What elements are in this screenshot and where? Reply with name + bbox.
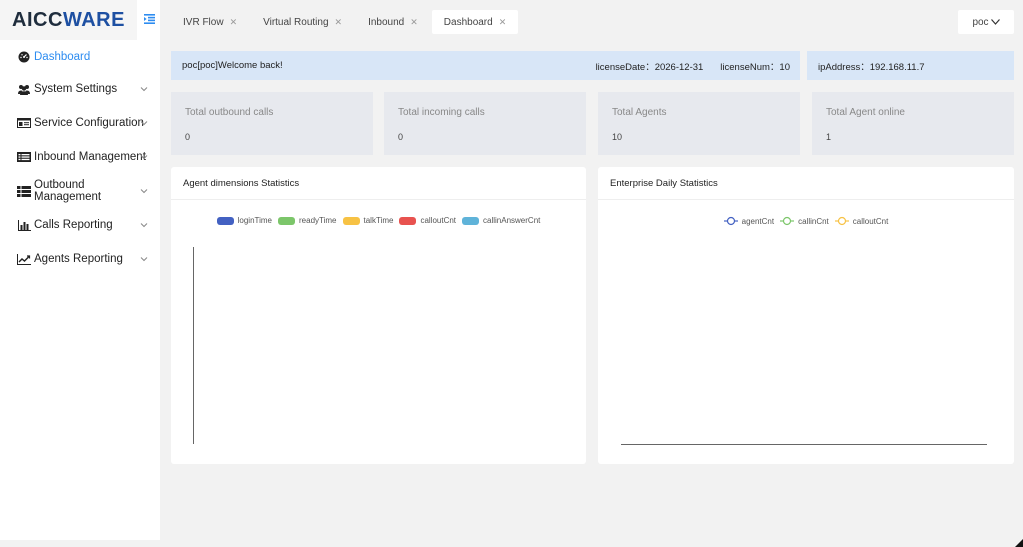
chevron-down-icon <box>140 155 148 160</box>
logo-text-secondary: WARE <box>62 8 125 31</box>
sidebar-item-calls-reporting[interactable]: Calls Reporting <box>0 208 160 242</box>
chevron-down-icon <box>140 257 148 262</box>
sidebar-item-dashboard[interactable]: Dashboard <box>0 42 160 72</box>
stat-label: Total outbound calls <box>185 107 274 118</box>
stat-card-incoming-calls: Total incoming calls 0 <box>384 92 586 155</box>
tab-inbound[interactable]: Inbound ✕ <box>356 10 430 34</box>
close-icon[interactable]: ✕ <box>410 17 418 28</box>
close-icon[interactable]: ✕ <box>335 17 343 28</box>
close-icon[interactable]: ✕ <box>499 17 507 28</box>
agent-statistics-panel: Agent dimensions Statistics loginTime re… <box>171 167 586 464</box>
menu-collapse-icon[interactable] <box>144 13 155 24</box>
sidebar-item-label: System Settings <box>34 83 118 95</box>
line-chart-icon <box>17 252 31 266</box>
stat-value: 1 <box>826 132 832 142</box>
chevron-down-icon <box>140 87 148 92</box>
logo-bar: AICC WARE <box>0 0 160 40</box>
tab-label: IVR Flow <box>183 16 224 28</box>
stat-card-agents-online: Total Agent online 1 <box>812 92 1014 155</box>
tab-dashboard[interactable]: Dashboard ✕ <box>431 10 519 34</box>
sidebar-item-inbound-management[interactable]: Inbound Management <box>0 140 160 174</box>
close-icon[interactable]: ✕ <box>230 17 238 28</box>
sidebar-item-agents-reporting[interactable]: Agents Reporting <box>0 242 160 276</box>
sidebar: AICC WARE Dashboard System Settings Serv… <box>0 0 160 540</box>
tab-bar: IVR Flow ✕ Virtual Routing ✕ Inbound ✕ D… <box>171 10 520 34</box>
stat-card-outbound-calls: Total outbound calls 0 <box>171 92 373 155</box>
user-menu-dropdown[interactable]: poc <box>958 10 1014 34</box>
tab-ivr-flow[interactable]: IVR Flow ✕ <box>171 10 249 34</box>
tab-label: Dashboard <box>443 16 493 28</box>
welcome-text: poc[poc]Welcome back! <box>182 60 283 71</box>
tab-label: Virtual Routing <box>263 16 329 28</box>
chevron-down-icon <box>140 121 148 126</box>
user-name: poc <box>972 16 989 28</box>
ip-address: ipAddress：192.168.11.7 <box>818 61 925 73</box>
license-num: licenseNum：10 <box>720 61 790 73</box>
dashboard-icon <box>17 50 31 64</box>
sidebar-item-label: Inbound Management <box>34 151 146 163</box>
tab-label: Inbound <box>368 16 405 28</box>
sidebar-item-service-configuration[interactable]: Service Configuration <box>0 106 160 140</box>
app-logo: AICC WARE <box>0 0 137 40</box>
chevron-down-icon <box>140 223 148 228</box>
resize-grip-icon[interactable] <box>1015 539 1023 547</box>
sidebar-item-system-settings[interactable]: System Settings <box>0 72 160 106</box>
welcome-bar: poc[poc]Welcome back! licenseDate：2026-1… <box>171 51 800 80</box>
users-icon <box>17 82 31 96</box>
list-bullets-icon <box>17 184 31 198</box>
stat-value: 10 <box>612 132 623 142</box>
enterprise-chart <box>621 444 987 445</box>
ip-address-bar: ipAddress：192.168.11.7 <box>807 51 1014 80</box>
sidebar-item-label: Outbound Management <box>34 179 102 203</box>
sidebar-item-label: Service Configuration <box>34 117 144 129</box>
sidebar-item-outbound-management[interactable]: Outbound Management <box>0 174 160 208</box>
stat-label: Total incoming calls <box>398 107 485 118</box>
stat-value: 0 <box>185 132 191 142</box>
stat-label: Total Agents <box>612 107 667 118</box>
list-icon <box>17 150 31 164</box>
license-date: licenseDate：2026-12-31 <box>595 61 704 73</box>
chevron-down-icon <box>990 19 1000 25</box>
agent-chart <box>193 247 194 444</box>
sidebar-item-label: Dashboard <box>34 51 91 63</box>
sidebar-nav: Dashboard System Settings Service Config… <box>0 42 160 276</box>
sidebar-item-label: Agents Reporting <box>34 253 123 265</box>
stat-label: Total Agent online <box>826 107 905 118</box>
logo-text-primary: AICC <box>12 8 63 31</box>
enterprise-statistics-panel: Enterprise Daily Statistics agentCnt cal… <box>598 167 1014 464</box>
bar-chart-icon <box>17 218 31 232</box>
chevron-down-icon <box>140 189 148 194</box>
tab-virtual-routing[interactable]: Virtual Routing ✕ <box>251 10 354 34</box>
stat-card-total-agents: Total Agents 10 <box>598 92 800 155</box>
stat-value: 0 <box>398 132 404 142</box>
id-card-icon <box>17 116 31 130</box>
sidebar-item-label: Calls Reporting <box>34 219 113 231</box>
